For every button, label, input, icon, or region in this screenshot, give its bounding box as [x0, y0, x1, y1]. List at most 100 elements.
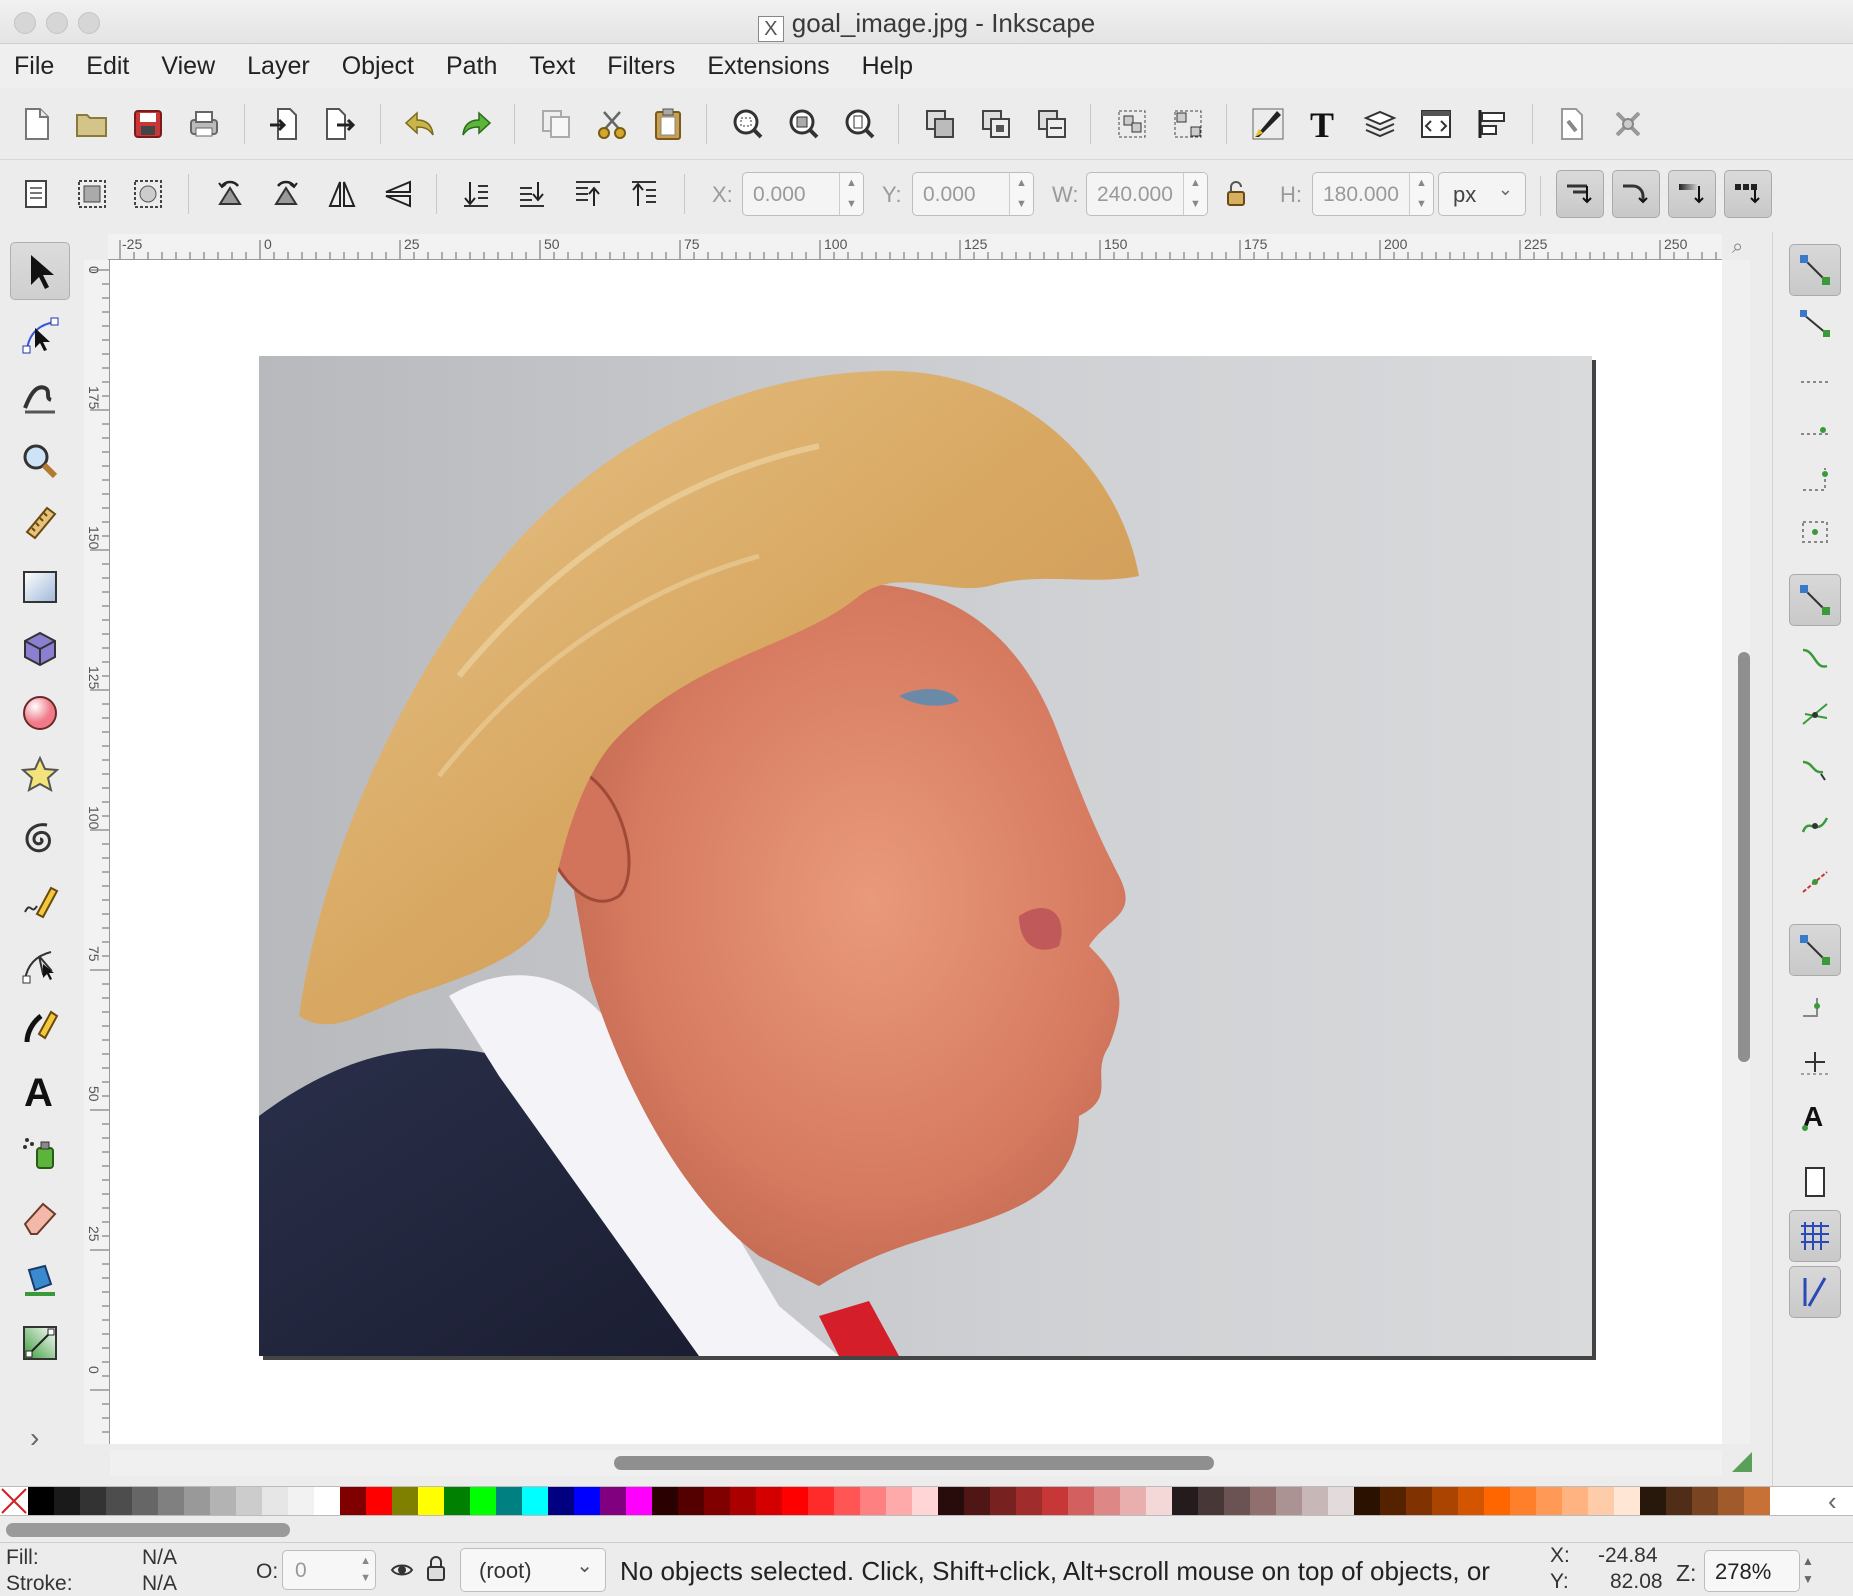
color-swatch[interactable]	[418, 1487, 444, 1515]
spin-arrows[interactable]: ▲ ▼	[1409, 173, 1433, 215]
zoom-tool[interactable]	[10, 432, 70, 490]
color-swatch[interactable]	[1536, 1487, 1562, 1515]
preferences-icon[interactable]	[1608, 104, 1648, 144]
color-swatch[interactable]	[1276, 1487, 1302, 1515]
clone-icon[interactable]	[976, 104, 1016, 144]
zoom-drawing-icon[interactable]	[784, 104, 824, 144]
select-all-icon[interactable]	[16, 174, 56, 214]
spin-arrows[interactable]: ▲ ▼	[1009, 173, 1033, 215]
color-swatch[interactable]	[1744, 1487, 1770, 1515]
align-distribute-icon[interactable]	[1472, 104, 1512, 144]
select-all-layers-icon[interactable]	[72, 174, 112, 214]
color-swatch[interactable]	[210, 1487, 236, 1515]
pen-tool[interactable]	[10, 936, 70, 994]
color-swatch[interactable]	[1354, 1487, 1380, 1515]
snap-bbox-corner-icon[interactable]	[1789, 402, 1841, 454]
palette-menu-icon[interactable]: ‹	[1828, 1486, 1837, 1517]
3d-box-tool[interactable]	[10, 620, 70, 678]
color-swatch[interactable]	[366, 1487, 392, 1515]
text-tool[interactable]: A	[10, 1062, 70, 1120]
color-swatch[interactable]	[340, 1487, 366, 1515]
open-icon[interactable]	[72, 104, 112, 144]
color-swatch[interactable]	[314, 1487, 340, 1515]
color-swatch[interactable]	[1250, 1487, 1276, 1515]
spin-arrows[interactable]: ▲ ▼	[1183, 173, 1207, 215]
new-document-icon[interactable]	[16, 104, 56, 144]
tweak-tool[interactable]	[10, 368, 70, 426]
color-swatch[interactable]	[1484, 1487, 1510, 1515]
color-swatch[interactable]	[1016, 1487, 1042, 1515]
layers-icon[interactable]	[1360, 104, 1400, 144]
color-swatch[interactable]	[782, 1487, 808, 1515]
snap-nodes-toggle[interactable]	[1789, 574, 1841, 626]
color-swatch[interactable]	[236, 1487, 262, 1515]
color-swatch[interactable]	[1640, 1487, 1666, 1515]
color-swatch[interactable]	[1146, 1487, 1172, 1515]
menu-extensions[interactable]: Extensions	[707, 52, 829, 81]
color-swatch[interactable]	[756, 1487, 782, 1515]
menu-edit[interactable]: Edit	[86, 52, 129, 81]
cut-icon[interactable]	[592, 104, 632, 144]
color-swatch[interactable]	[1692, 1487, 1718, 1515]
color-swatch[interactable]	[652, 1487, 678, 1515]
color-swatch[interactable]	[548, 1487, 574, 1515]
ellipse-tool[interactable]	[10, 684, 70, 742]
color-swatch[interactable]	[262, 1487, 288, 1515]
zoom-corner-icon[interactable]: ⌕	[1732, 236, 1743, 259]
menu-text[interactable]: Text	[529, 52, 575, 81]
x-input[interactable]: 0.000 ▲ ▼	[742, 172, 864, 216]
snap-bbox-icon[interactable]	[1789, 298, 1841, 350]
lock-layer-icon[interactable]	[424, 1554, 448, 1589]
w-input[interactable]: 240.000 ▲ ▼	[1086, 172, 1208, 216]
unit-select[interactable]: px ⌄	[1438, 172, 1526, 216]
eraser-tool[interactable]	[10, 1188, 70, 1246]
no-paint-swatch[interactable]	[0, 1487, 28, 1515]
color-swatch[interactable]	[1510, 1487, 1536, 1515]
pencil-tool[interactable]	[10, 872, 70, 930]
menu-help[interactable]: Help	[862, 52, 913, 81]
fill-value[interactable]: N/A	[142, 1546, 177, 1570]
color-swatch[interactable]	[80, 1487, 106, 1515]
snap-bbox-midpoint-icon[interactable]	[1789, 454, 1841, 506]
duplicate-object-icon[interactable]	[920, 104, 960, 144]
measure-tool[interactable]	[10, 494, 70, 552]
snap-smooth-nodes-icon[interactable]	[1789, 800, 1841, 852]
color-swatch[interactable]	[730, 1487, 756, 1515]
transform-gradients-toggle[interactable]	[1668, 170, 1716, 218]
zoom-input[interactable]: 278%	[1704, 1550, 1800, 1592]
menu-file[interactable]: File	[14, 52, 54, 81]
zoom-selection-icon[interactable]	[728, 104, 768, 144]
snap-bbox-edge-icon[interactable]	[1789, 350, 1841, 402]
chevron-right-icon[interactable]: ›	[30, 1422, 39, 1454]
spiral-tool[interactable]	[10, 810, 70, 868]
snap-paths-icon[interactable]	[1789, 632, 1841, 684]
spin-arrows[interactable]: ▲ ▼	[839, 173, 863, 215]
color-swatch[interactable]	[1302, 1487, 1328, 1515]
snap-intersections-icon[interactable]	[1789, 688, 1841, 740]
color-swatch[interactable]	[860, 1487, 886, 1515]
snap-cusp-nodes-icon[interactable]	[1789, 744, 1841, 796]
spin-arrows[interactable]: ▲ ▼	[360, 1553, 371, 1587]
text-font-icon[interactable]: T	[1304, 104, 1344, 144]
paste-icon[interactable]	[648, 104, 688, 144]
color-swatch[interactable]	[1380, 1487, 1406, 1515]
color-swatch[interactable]	[522, 1487, 548, 1515]
color-swatch[interactable]	[990, 1487, 1016, 1515]
color-swatch[interactable]	[28, 1487, 54, 1515]
rotate-ccw-icon[interactable]	[210, 174, 250, 214]
color-swatch[interactable]	[1068, 1487, 1094, 1515]
snap-object-centers-icon[interactable]	[1789, 980, 1841, 1032]
color-management-icon[interactable]	[1732, 1452, 1752, 1472]
rectangle-tool[interactable]	[10, 558, 70, 616]
ungroup-icon[interactable]	[1168, 104, 1208, 144]
rotate-cw-icon[interactable]	[266, 174, 306, 214]
color-swatch[interactable]	[1094, 1487, 1120, 1515]
lock-ratio-icon[interactable]	[1216, 174, 1256, 214]
snap-midpoints-icon[interactable]	[1789, 856, 1841, 908]
color-swatch[interactable]	[626, 1487, 652, 1515]
gradient-tool[interactable]	[10, 1314, 70, 1372]
imported-photo[interactable]	[259, 356, 1592, 1356]
color-swatch[interactable]	[886, 1487, 912, 1515]
color-swatch[interactable]	[444, 1487, 470, 1515]
lower-to-bottom-icon[interactable]	[456, 174, 496, 214]
